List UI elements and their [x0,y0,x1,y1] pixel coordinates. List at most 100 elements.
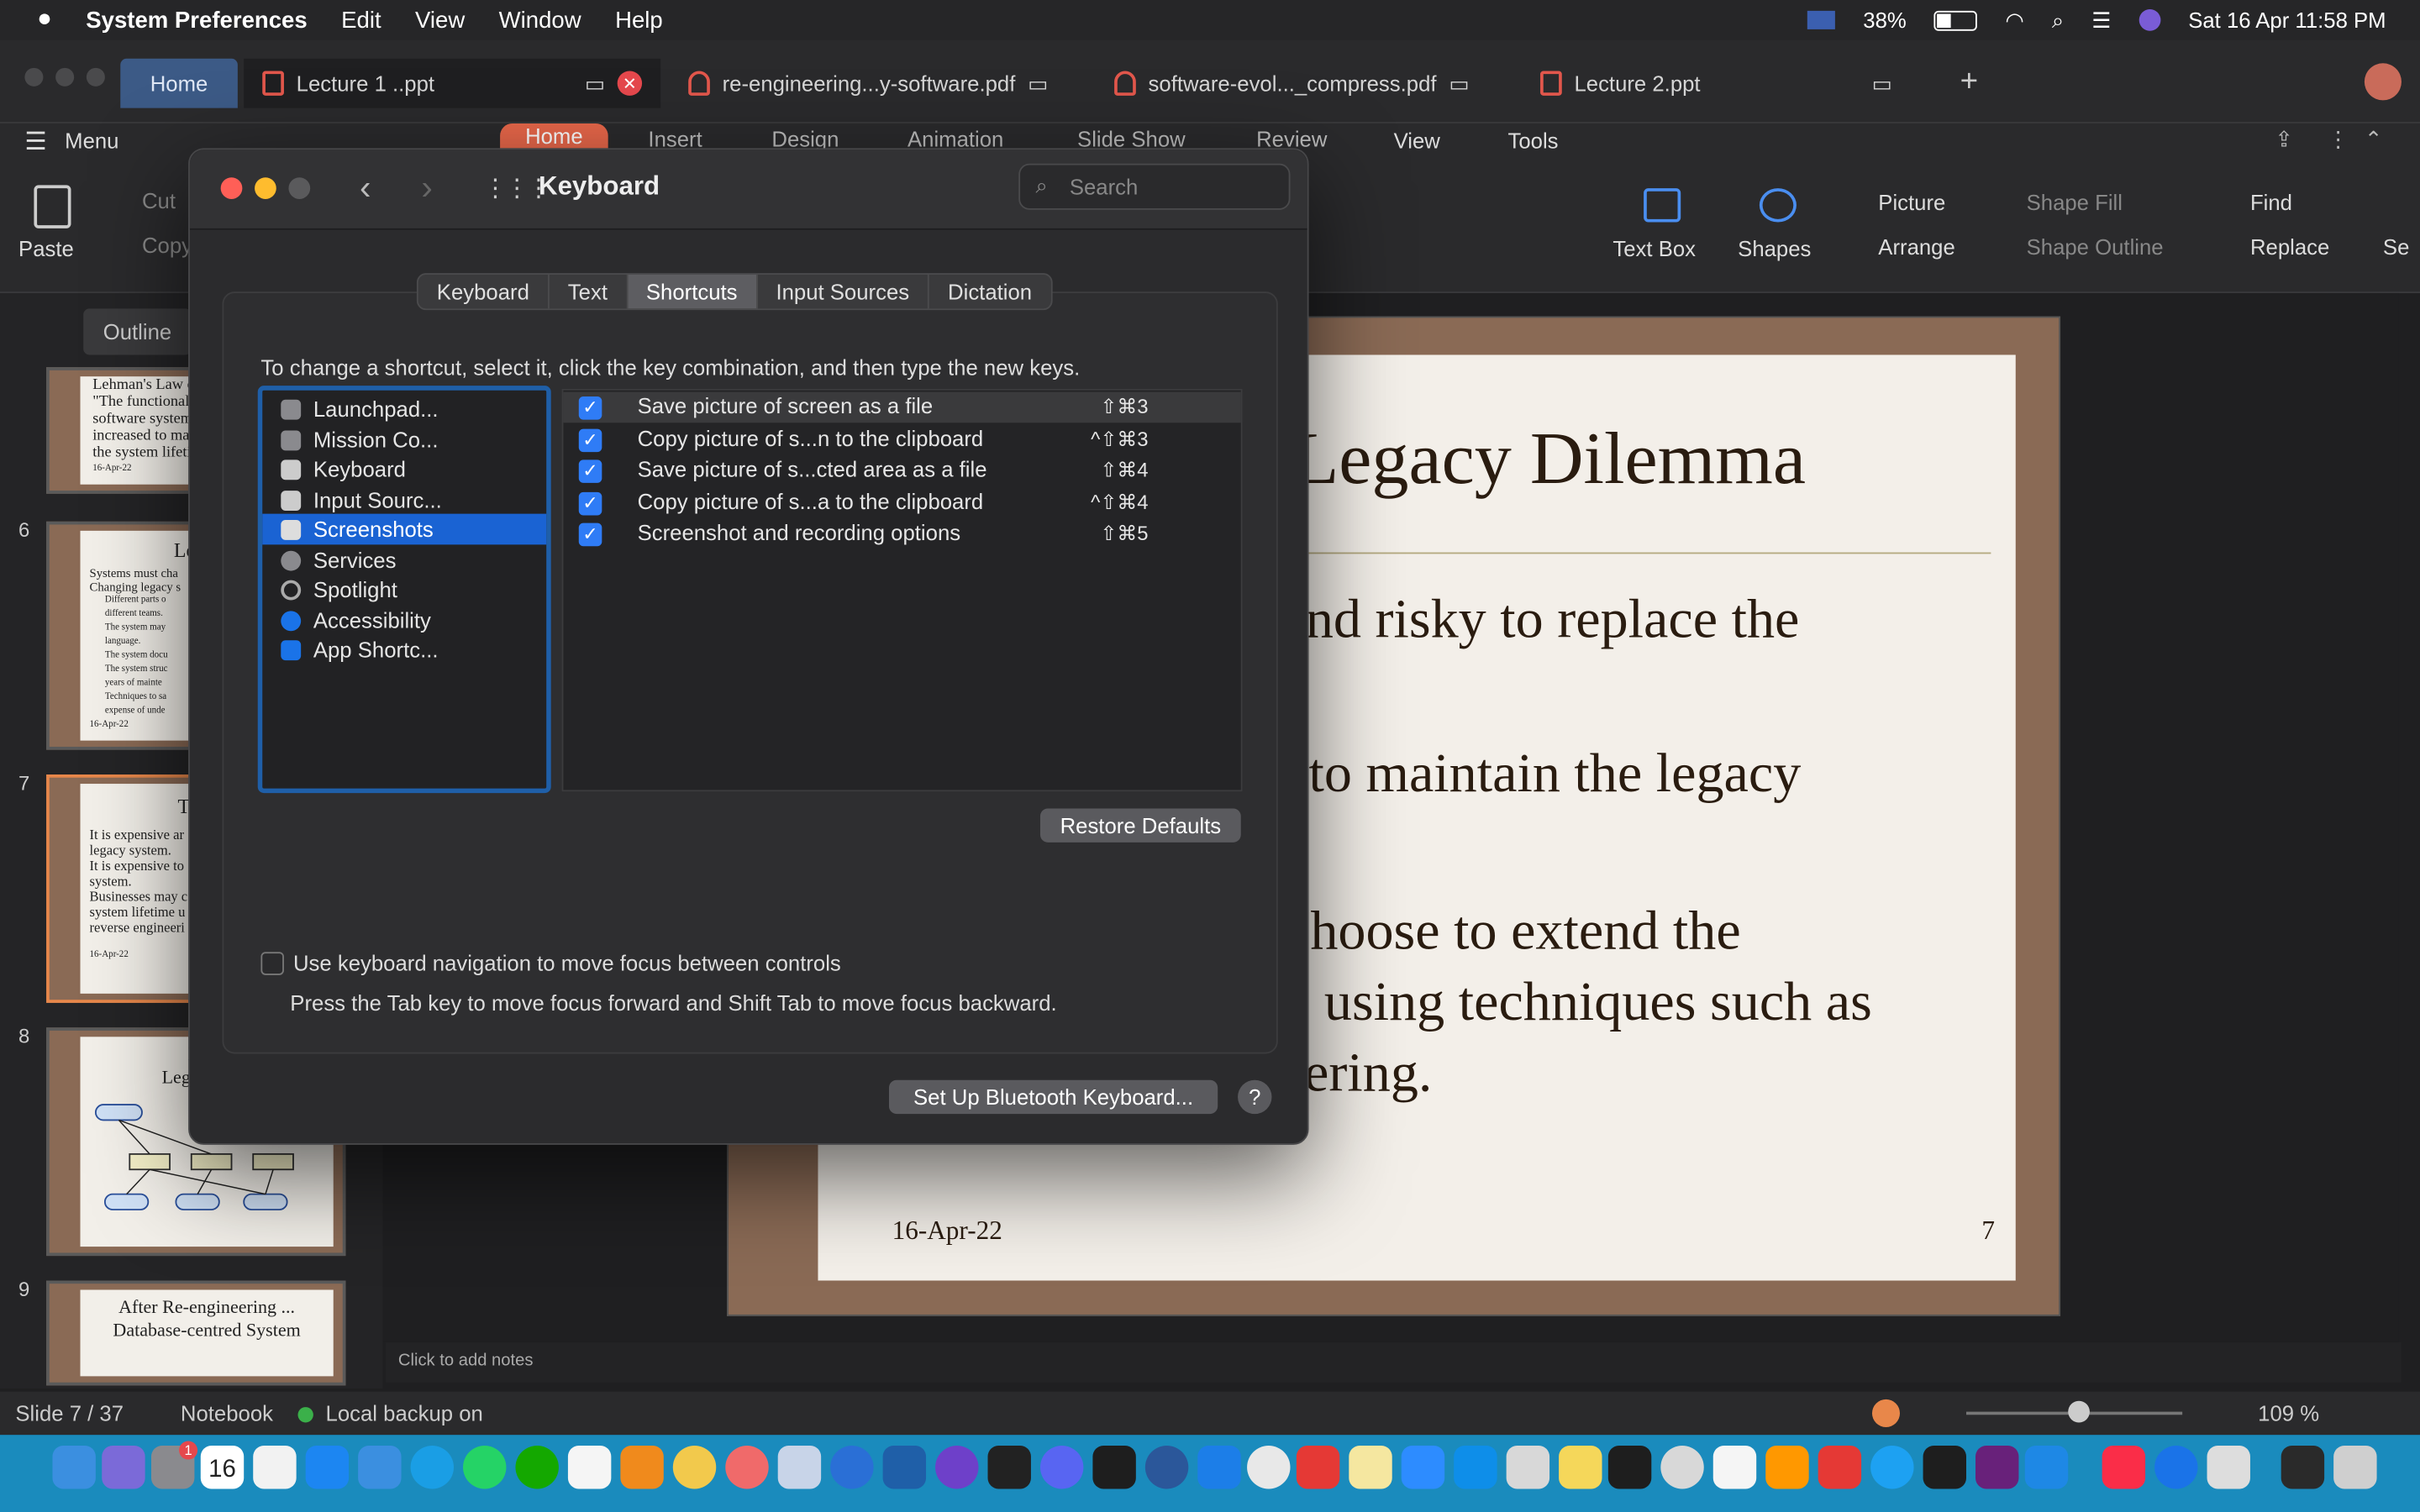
play-icon[interactable] [1871,1399,1901,1427]
shape-outline-button[interactable]: Shape Outline [2027,234,2164,259]
music-icon[interactable] [2102,1446,2146,1489]
search-icon[interactable]: ⌕ [2052,7,2064,33]
shortcut-row[interactable]: ✓ Screenshot and recording options ⇧⌘5 [563,518,1240,549]
notes-area[interactable]: Click to add notes [386,1341,2402,1383]
shortcut-category-list[interactable]: Launchpad... Mission Co... Keyboard Inpu… [257,386,551,794]
tab-keyboard[interactable]: Keyboard [418,274,550,309]
apple-icon[interactable]: ● [37,6,52,34]
wifi-icon[interactable]: ◠ [2005,7,2023,33]
new-tab-icon[interactable]: + [1960,65,1978,100]
chrome-icon[interactable] [1247,1446,1291,1489]
category-accessibility[interactable]: Accessibility [262,605,546,636]
checkbox[interactable]: ✓ [578,522,602,547]
shortcut-key[interactable]: ^⇧⌘4 [1091,491,1148,515]
shapes-button[interactable]: Shapes [1738,236,1811,260]
tab-reengineering-pdf[interactable]: re-engineering...y-software.pdf ▭ [670,59,1086,108]
tweetbot-icon[interactable] [1870,1446,1914,1489]
checkbox[interactable]: ✓ [578,396,602,420]
calendar-icon[interactable]: 16 [200,1446,245,1489]
restore-defaults-button[interactable]: Restore Defaults [1039,808,1241,843]
notes-icon[interactable] [1349,1446,1392,1489]
more-icon[interactable]: ⋮ [2328,127,2349,153]
mail-icon[interactable] [358,1446,402,1489]
paste-button[interactable]: Paste [18,236,74,260]
whatsapp-icon[interactable] [463,1446,507,1489]
replace-button[interactable]: Replace [2250,234,2329,259]
printer-icon[interactable] [1506,1446,1550,1489]
flag-icon[interactable] [1807,10,1836,29]
category-spotlight[interactable]: Spotlight [262,574,546,605]
menu-button[interactable]: Menu [65,128,118,152]
battery-icon[interactable] [1933,9,1978,30]
app-store-icon[interactable] [305,1446,350,1489]
document-icon[interactable] [2281,1446,2325,1489]
category-screenshots[interactable]: Screenshots [262,513,547,545]
pen-icon[interactable] [987,1446,1031,1489]
tab-input-sources[interactable]: Input Sources [757,274,930,309]
safari-icon[interactable] [1660,1446,1704,1489]
zoom-level[interactable]: 109 % [2258,1401,2319,1425]
notebook-button[interactable]: Notebook [181,1401,273,1425]
checkbox[interactable]: ✓ [578,491,602,516]
wps-icon[interactable] [1818,1446,1862,1489]
ribbon-tab-insert[interactable]: Insert [648,127,702,149]
zoom-icon[interactable] [1401,1446,1445,1489]
ribbon-tab-design[interactable]: Design [771,127,839,149]
avatar[interactable] [2364,63,2402,101]
tab-lecture-1[interactable]: Lecture 1 ..ppt ▭ ✕ [244,58,661,108]
asana-icon[interactable] [725,1446,769,1489]
siri-icon[interactable] [2139,9,2161,31]
picture-button[interactable]: Picture [1878,190,1945,214]
category-app-shortcuts[interactable]: App Shortc... [262,634,546,665]
trash-icon[interactable] [2333,1446,2377,1489]
window-minimize-button[interactable] [55,67,75,87]
menu-edit[interactable]: Edit [341,7,381,33]
finder-icon[interactable] [52,1446,96,1489]
select-button[interactable]: Se [2383,234,2409,259]
textbox-icon[interactable] [1644,188,1681,223]
wireshark-icon[interactable] [882,1446,927,1489]
search-field[interactable]: ⌕ Search [1018,163,1291,210]
forward-icon[interactable]: › [421,168,432,208]
ribbon-tab-tools[interactable]: Tools [1507,128,1558,152]
teamviewer-icon[interactable] [1454,1446,1497,1489]
paste-icon[interactable] [34,185,71,228]
github-icon[interactable] [935,1446,979,1489]
ribbon-tab-animation[interactable]: Animation [908,127,1003,149]
menu-help[interactable]: Help [615,7,663,33]
upwork-icon[interactable] [515,1446,559,1489]
tab-lecture-2[interactable]: Lecture 2.ppt ▭ [1522,59,1911,108]
share-icon[interactable]: ⇪ [2275,127,2293,153]
sublime-icon[interactable] [1765,1446,1809,1489]
window-zoom-button[interactable] [86,67,105,87]
shortcut-list[interactable]: ✓ Save picture of screen as a file ⇧⌘3 ✓ Co… [561,388,1243,792]
shortcut-row[interactable]: ✓ Save picture of s...cted area as a file… [563,455,1240,486]
quicktime-icon[interactable] [830,1446,874,1489]
photos-icon[interactable] [672,1446,717,1489]
checkbox[interactable]: ✓ [578,459,602,483]
category-services[interactable]: Services [262,544,546,575]
maps-pin-icon[interactable] [2154,1446,2198,1489]
books-icon[interactable] [567,1446,612,1489]
skype-icon[interactable] [410,1446,455,1489]
shortcut-row[interactable]: ✓ Save picture of screen as a file ⇧⌘3 [563,391,1241,423]
vlc-icon[interactable] [620,1446,664,1489]
terminal-icon[interactable] [1923,1446,1967,1489]
ribbon-tab-view[interactable]: View [1394,128,1440,152]
shortcut-row[interactable]: ✓ Copy picture of s...n to the clipboard ^… [563,424,1240,455]
tab-shortcuts[interactable]: Shortcuts [627,274,758,309]
keyboard-navigation-checkbox[interactable] [260,952,284,975]
visual-studio-icon[interactable] [1975,1446,2019,1489]
datetime[interactable]: Sat 16 Apr 11:58 PM [2188,8,2386,32]
back-icon[interactable]: ‹ [360,168,371,208]
menu-app-name[interactable]: System Preferences [86,7,307,33]
hamburger-icon[interactable]: ☰ [24,127,46,158]
menu-window[interactable]: Window [499,7,581,33]
textbox-button[interactable]: Text Box [1612,236,1696,260]
cut-button[interactable]: Cut [142,188,176,213]
category-input-sources[interactable]: Input Sourc... [262,485,546,516]
help-button[interactable]: ? [1238,1079,1272,1115]
launchpad-icon[interactable] [102,1446,145,1489]
discord-icon[interactable] [1039,1446,1084,1489]
find-button[interactable]: Find [2250,190,2292,214]
